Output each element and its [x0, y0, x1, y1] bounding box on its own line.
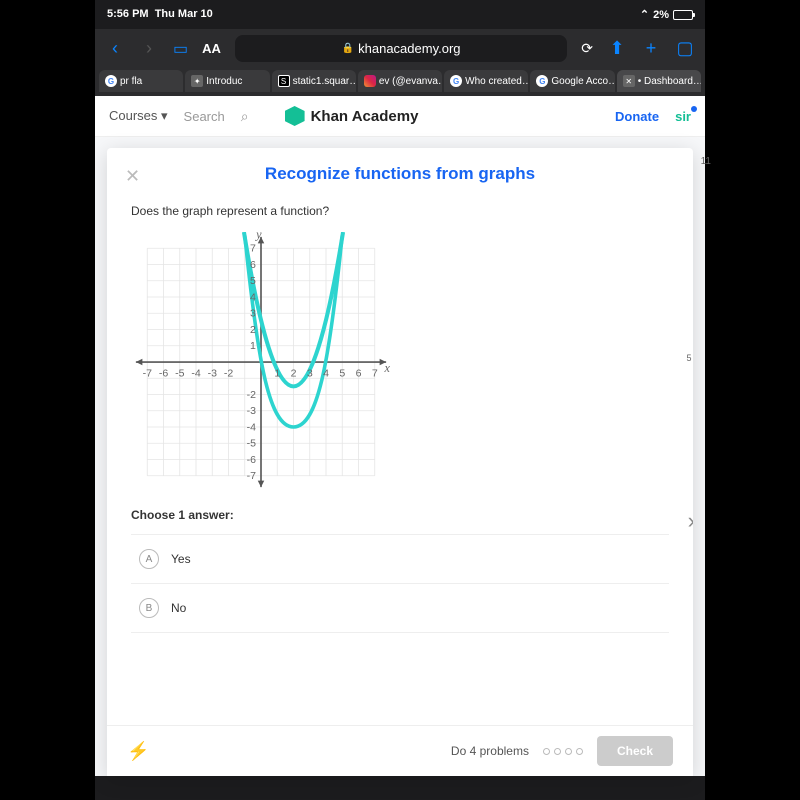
svg-text:-6: -6 — [159, 368, 169, 380]
tab-5[interactable]: GGoogle Acco… — [530, 70, 614, 92]
svg-text:-7: -7 — [247, 470, 257, 482]
tab-strip: Gpr fla ✦Introduc Sstatic1.squar… ev (@e… — [95, 68, 705, 96]
search-icon[interactable]: ⌕ — [241, 108, 249, 125]
streak-count: 11 — [701, 156, 711, 167]
back-button[interactable]: ‹ — [105, 38, 125, 59]
svg-text:1: 1 — [274, 368, 280, 380]
svg-text:4: 4 — [250, 291, 256, 303]
svg-text:4: 4 — [323, 368, 329, 380]
lock-icon: 🔒 — [342, 43, 354, 54]
tab-2[interactable]: Sstatic1.squar… — [272, 70, 356, 92]
battery-icon — [673, 10, 693, 20]
progress-dots — [543, 748, 583, 755]
svg-text:5: 5 — [339, 368, 345, 380]
answer-text-a: Yes — [171, 552, 191, 566]
svg-text:-2: -2 — [247, 389, 257, 401]
close-icon[interactable]: ✕ — [125, 166, 140, 187]
svg-text:7: 7 — [250, 243, 256, 255]
wifi-icon: ⌃ — [640, 8, 649, 21]
share-icon[interactable]: ⬆ — [607, 38, 627, 59]
svg-text:2: 2 — [250, 324, 256, 336]
check-button[interactable]: Check — [597, 736, 673, 766]
exercise-modal: ✕ Recognize functions from graphs Does t… — [107, 148, 693, 776]
do-problems-label: Do 4 problems — [451, 744, 529, 758]
svg-text:y: y — [254, 232, 262, 242]
svg-text:-4: -4 — [191, 368, 201, 380]
reload-icon[interactable]: ⟳ — [581, 40, 593, 57]
exercise-footer: ⚡ Do 4 problems Check — [107, 725, 693, 776]
svg-text:6: 6 — [250, 259, 256, 271]
svg-text:3: 3 — [307, 368, 313, 380]
chevron-right-icon[interactable]: › — [688, 508, 693, 534]
page-content: Courses ▾ Search ⌕ Khan Academy Donate s… — [95, 96, 705, 776]
answer-letter-b: B — [139, 598, 159, 618]
svg-text:6: 6 — [356, 368, 362, 380]
forward-button[interactable]: › — [139, 38, 159, 59]
text-size-button[interactable]: AA — [202, 41, 221, 56]
answer-text-b: No — [171, 601, 186, 615]
question-text: Does the graph represent a function? — [131, 204, 669, 218]
ka-logo[interactable]: Khan Academy — [285, 106, 419, 126]
bookmarks-icon[interactable]: ▭ — [173, 39, 188, 59]
tabs-icon[interactable]: ▢ — [675, 38, 695, 59]
svg-text:-5: -5 — [175, 368, 185, 380]
address-bar[interactable]: 🔒 khanacademy.org — [235, 35, 567, 62]
status-time: 5:56 PM — [107, 8, 149, 20]
new-tab-icon[interactable]: + — [641, 38, 661, 59]
choose-label: Choose 1 answer: — [131, 508, 669, 522]
status-date: Thu Mar 10 — [155, 8, 213, 20]
svg-text:-5: -5 — [247, 438, 257, 450]
exercise-title: Recognize functions from graphs — [131, 164, 669, 184]
svg-text:-6: -6 — [247, 454, 257, 466]
answer-option-b[interactable]: B No — [131, 583, 669, 633]
ka-logo-text: Khan Academy — [311, 108, 419, 125]
energy-icon: ⚡ — [127, 741, 149, 762]
tab-3[interactable]: ev (@evanva… — [358, 70, 442, 92]
svg-text:5: 5 — [250, 275, 256, 287]
courses-dropdown[interactable]: Courses ▾ — [109, 108, 168, 124]
svg-text:-3: -3 — [208, 368, 218, 380]
search-link[interactable]: Search — [184, 109, 225, 124]
answer-letter-a: A — [139, 549, 159, 569]
safari-toolbar: ‹ › ▭ AA 🔒 khanacademy.org ⟳ ⬆ + ▢ — [95, 29, 705, 68]
tab-0[interactable]: Gpr fla — [99, 70, 183, 92]
svg-text:-4: -4 — [247, 421, 257, 433]
donate-link[interactable]: Donate — [615, 109, 659, 124]
svg-text:1: 1 — [250, 340, 256, 352]
graph: x y -7-6-5-4-3-2 1234567 7654321 -2-3-4-… — [131, 232, 391, 492]
tab-4[interactable]: GWho created… — [444, 70, 528, 92]
status-bar: 5:56 PM Thu Mar 10 ⌃ 2% — [95, 0, 705, 29]
graph-svg: x y -7-6-5-4-3-2 1234567 7654321 -2-3-4-… — [131, 232, 391, 492]
svg-text:-3: -3 — [247, 405, 257, 417]
svg-text:x: x — [384, 361, 391, 375]
tab-1[interactable]: ✦Introduc — [185, 70, 269, 92]
tab-6[interactable]: ✕• Dashboard… — [617, 70, 701, 92]
user-menu[interactable]: sir — [675, 109, 691, 124]
battery-percent: 2% — [653, 9, 669, 21]
ka-logo-mark — [285, 106, 305, 126]
svg-text:2: 2 — [291, 368, 297, 380]
svg-text:7: 7 — [372, 368, 378, 380]
svg-text:-7: -7 — [143, 368, 153, 380]
svg-text:3: 3 — [250, 308, 256, 320]
svg-text:-2: -2 — [224, 368, 234, 380]
ka-header: Courses ▾ Search ⌕ Khan Academy Donate s… — [95, 96, 705, 137]
side-badge: 5 — [677, 348, 693, 368]
url-text: khanacademy.org — [358, 41, 460, 56]
answer-option-a[interactable]: A Yes — [131, 534, 669, 584]
